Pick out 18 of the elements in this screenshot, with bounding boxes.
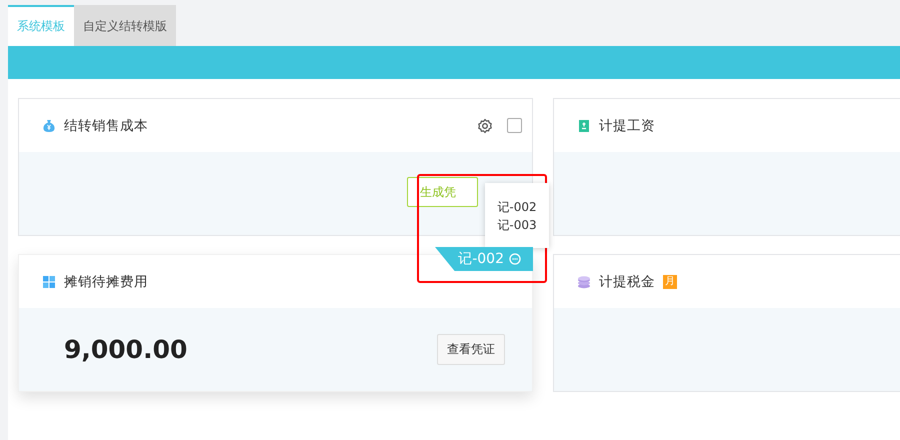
view-voucher-button[interactable]: 查看凭证 bbox=[437, 334, 505, 365]
more-icon[interactable] bbox=[509, 253, 521, 265]
tab[interactable]: 自定义结转模版 bbox=[74, 5, 176, 46]
card-title: 结转销售成本 bbox=[64, 116, 148, 134]
coins-icon bbox=[577, 274, 591, 288]
month-badge: 月 bbox=[663, 274, 677, 288]
voucher-number: 记-002 bbox=[458, 250, 504, 268]
menu-item[interactable]: 记-003 bbox=[497, 216, 537, 232]
menu-item[interactable]: 记-002 bbox=[497, 198, 537, 214]
amount: 9,000.00 bbox=[64, 335, 188, 364]
checkbox[interactable] bbox=[507, 118, 522, 133]
money-bag-icon bbox=[42, 118, 56, 132]
settings-icon[interactable] bbox=[477, 118, 493, 134]
card-title: 计提工资 bbox=[599, 116, 655, 134]
card-title: 摊销待摊费用 bbox=[64, 272, 148, 290]
card-title: 计提税金 bbox=[599, 272, 655, 290]
tiles-icon bbox=[42, 274, 56, 288]
document-icon bbox=[577, 118, 591, 132]
